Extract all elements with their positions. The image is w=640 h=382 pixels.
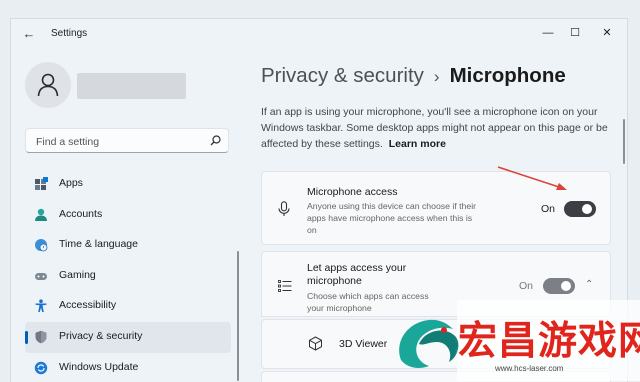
- watermark-text: 宏昌游戏网: [458, 319, 640, 364]
- sidebar-item-label: Gaming: [59, 268, 96, 281]
- sync-icon: [34, 361, 48, 374]
- watermark-url: www.hcs-laser.com: [495, 364, 564, 373]
- sidebar-nav: Apps Accounts Time & language Gaming Acc…: [25, 169, 231, 382]
- apps-icon: [35, 177, 48, 190]
- page-description: If an app is using your microphone, you'…: [261, 104, 611, 152]
- back-button[interactable]: ←: [21, 26, 37, 42]
- microphone-access-toggle[interactable]: [564, 201, 596, 217]
- sidebar-item-label: Privacy & security: [59, 329, 143, 342]
- maximize-button[interactable]: ☐: [564, 23, 586, 43]
- cube-icon: [309, 336, 322, 351]
- sidebar-item-accounts[interactable]: Accounts: [25, 200, 231, 231]
- toggle-knob: [561, 281, 571, 291]
- chevron-up-icon[interactable]: ⌃: [585, 279, 593, 290]
- close-button[interactable]: ✕: [596, 23, 618, 43]
- sidebar-item-label: Apps: [59, 177, 83, 189]
- apps-access-toggle[interactable]: [543, 278, 575, 294]
- sidebar-item-accessibility[interactable]: Accessibility: [25, 291, 231, 322]
- sidebar-item-apps[interactable]: Apps: [25, 169, 231, 200]
- user-icon: [37, 73, 59, 97]
- search-input[interactable]: [34, 134, 208, 150]
- learn-more-link[interactable]: Learn more: [389, 138, 446, 150]
- sidebar-item-label: Time & language: [59, 238, 138, 251]
- title-bar: ← Settings — ☐ ✕: [11, 19, 627, 49]
- shield-icon: [35, 330, 47, 344]
- selection-indicator: [25, 330, 28, 344]
- page-title: Microphone: [449, 64, 566, 87]
- minimize-button[interactable]: —: [537, 23, 559, 43]
- microphone-access-subtitle: Anyone using this device can choose if t…: [307, 201, 477, 235]
- microphone-access-title: Microphone access: [307, 186, 398, 198]
- app-name: 3D Viewer: [339, 338, 388, 350]
- breadcrumb-separator: ›: [433, 67, 440, 86]
- sidebar-item-label: Accounts: [59, 207, 103, 220]
- sidebar-item-gaming[interactable]: Gaming: [25, 261, 231, 292]
- list-icon: [278, 280, 292, 292]
- main-scrollbar[interactable]: [623, 119, 625, 164]
- microphone-icon: [278, 201, 290, 216]
- apps-access-state: On: [519, 280, 534, 292]
- breadcrumb-parent[interactable]: Privacy & security: [261, 64, 424, 87]
- sidebar-item-label: Windows Update: [59, 360, 139, 373]
- app-title: Settings: [51, 28, 88, 39]
- toggle-knob: [582, 204, 592, 214]
- profile-name-redacted: [77, 73, 186, 99]
- sidebar-item-windows-update[interactable]: Windows Update: [25, 353, 231, 382]
- accessibility-icon: [35, 299, 47, 313]
- sidebar-scrollbar[interactable]: [237, 251, 239, 381]
- search-icon[interactable]: [210, 135, 221, 146]
- gamepad-icon: [35, 272, 47, 280]
- globe-clock-icon: [35, 239, 48, 252]
- sidebar-item-time-language[interactable]: Time & language: [25, 230, 231, 261]
- avatar[interactable]: [25, 62, 71, 108]
- search-box[interactable]: [25, 128, 229, 153]
- sidebar-item-label: Accessibility: [59, 299, 117, 312]
- microphone-access-card: Microphone access Anyone using this devi…: [261, 171, 611, 245]
- accounts-icon: [35, 208, 47, 221]
- apps-access-title: Let apps access your microphone: [307, 262, 407, 287]
- microphone-access-state: On: [541, 203, 556, 215]
- sidebar-item-privacy-security[interactable]: Privacy & security: [25, 321, 231, 353]
- breadcrumb: Privacy & security › Microphone: [261, 64, 566, 88]
